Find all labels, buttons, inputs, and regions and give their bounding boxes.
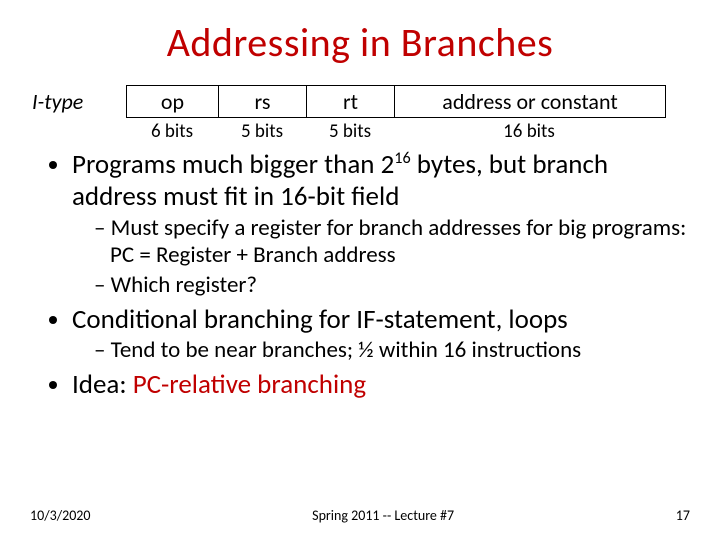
field-rs: rs (219, 86, 307, 117)
bits-rs: 5 bits (218, 120, 306, 143)
bits-addr: 16 bits (394, 120, 664, 143)
bullet-1: Programs much bigger than 216 bytes, but… (72, 149, 690, 300)
field-op: op (127, 86, 219, 117)
footer-page: 17 (676, 507, 690, 524)
bullet-3-text-a: Idea: (72, 368, 133, 401)
bits-row: 6 bits 5 bits 5 bits 16 bits (126, 120, 690, 143)
field-table: op rs rt address or constant (126, 85, 666, 118)
bullet-1-sup: 16 (394, 149, 410, 168)
itype-label: I-type (30, 88, 120, 115)
bullet-1-sub-1: Must specify a register for branch addre… (94, 215, 690, 270)
slide-title: Addressing in Branches (30, 18, 690, 67)
footer-lecture: Spring 2011 -- Lecture #7 (90, 507, 675, 524)
slide-footer: 10/3/2020 Spring 2011 -- Lecture #7 17 (30, 507, 690, 524)
bullet-2-text: Conditional branching for IF-statement, … (72, 303, 568, 336)
bits-rt: 5 bits (306, 120, 394, 143)
bullet-3-accent: PC-relative branching (133, 368, 366, 401)
bullet-1-text-a: Programs much bigger than 2 (72, 148, 394, 181)
bullet-1-sub-2: Which register? (94, 272, 690, 300)
field-addr: address or constant (395, 86, 665, 117)
bullet-2: Conditional branching for IF-statement, … (72, 304, 690, 365)
bullet-list: Programs much bigger than 216 bytes, but… (30, 149, 690, 401)
bullet-2-sub-1: Tend to be near branches; ½ within 16 in… (94, 337, 690, 365)
bullet-3: Idea: PC-relative branching (72, 369, 690, 401)
bits-op: 6 bits (126, 120, 218, 143)
footer-date: 10/3/2020 (30, 507, 90, 524)
instruction-format-row: I-type op rs rt address or constant (30, 85, 690, 118)
field-rt: rt (307, 86, 395, 117)
